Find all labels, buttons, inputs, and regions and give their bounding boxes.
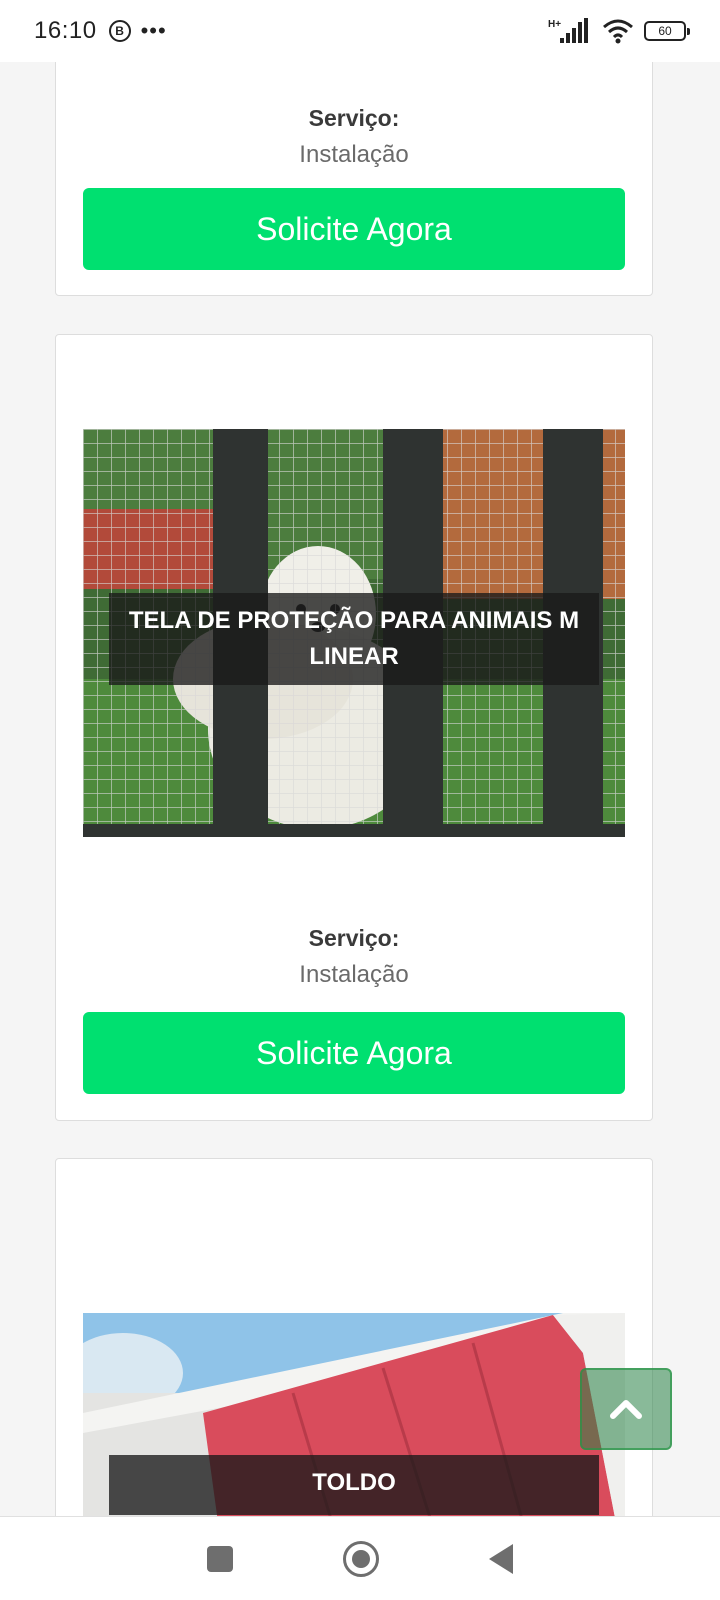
notification-b-icon: B — [108, 20, 131, 42]
service-label: Serviço: — [308, 925, 400, 951]
battery-level: 60 — [658, 24, 672, 38]
request-now-button[interactable]: Solicite Agora — [83, 188, 625, 270]
product-card: Serviço: Instalação Solicite Agora — [55, 62, 653, 296]
back-triangle-icon[interactable] — [489, 1543, 513, 1574]
service-value: Instalação — [299, 141, 409, 168]
status-time: 16:10 — [34, 17, 97, 44]
navigation-bar — [0, 1516, 720, 1600]
request-now-button[interactable]: Solicite Agora — [83, 1012, 625, 1094]
chevron-up-icon — [610, 1400, 642, 1419]
product-image[interactable]: TOLDO — [83, 1313, 625, 1516]
wifi-icon — [603, 19, 633, 44]
status-icons: H+ 60 — [548, 18, 690, 44]
svg-text:H+: H+ — [548, 19, 561, 30]
battery-icon: 60 — [644, 21, 690, 41]
product-title: TOLDO — [109, 1455, 599, 1515]
product-card: TOLDO — [55, 1158, 653, 1516]
status-bar: 16:10 B ••• H+ 60 — [0, 0, 720, 62]
home-circle-icon[interactable] — [343, 1540, 379, 1577]
product-card: TELA DE PROTEÇÃO PARA ANIMAIS M LINEAR S… — [55, 334, 653, 1121]
more-notifications-icon: ••• — [140, 18, 167, 43]
signal-icon: H+ — [548, 18, 588, 43]
back-to-top-button[interactable] — [580, 1368, 672, 1450]
page-content[interactable]: Serviço: Instalação Solicite Agora TELA … — [0, 62, 720, 1516]
product-title: TELA DE PROTEÇÃO PARA ANIMAIS M LINEAR — [109, 593, 599, 685]
service-value: Instalação — [299, 961, 409, 988]
service-label: Serviço: — [308, 105, 400, 131]
recent-apps-square-icon[interactable] — [207, 1545, 233, 1572]
product-image[interactable]: TELA DE PROTEÇÃO PARA ANIMAIS M LINEAR — [83, 429, 625, 837]
